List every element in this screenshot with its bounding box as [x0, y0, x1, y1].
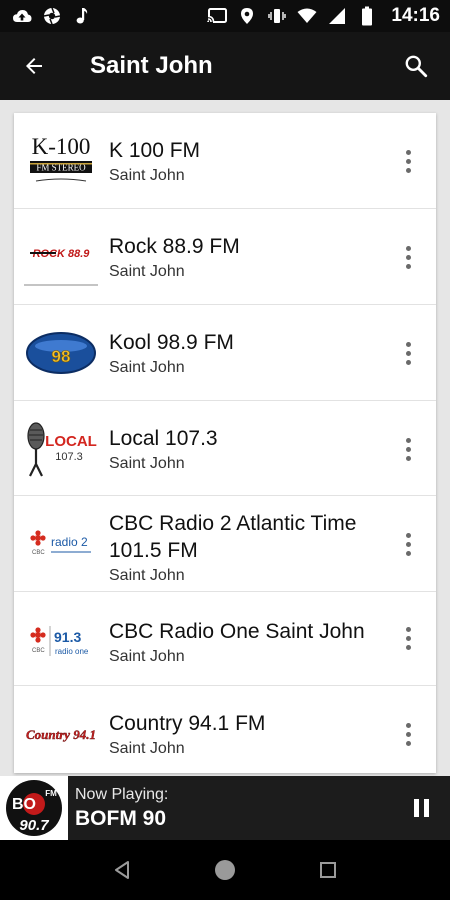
now-playing-label: Now Playing:: [75, 785, 169, 803]
status-right-icons: 14:16: [207, 5, 440, 27]
station-city: Saint John: [109, 263, 185, 280]
station-name: Country 94.1 FM: [109, 712, 266, 735]
station-logo: Country 94.1: [24, 704, 98, 764]
cast-icon: [207, 6, 228, 26]
station-city: Saint John: [109, 359, 185, 376]
np-logo-top: BO: [12, 796, 36, 813]
signal-icon: [327, 6, 347, 26]
recents-square-icon[interactable]: [308, 850, 348, 890]
station-list: K-100 FM STEREO K 100 FM Saint John ROCK…: [14, 113, 436, 773]
logo-sub: radio one: [55, 647, 89, 656]
logo-text: Country 94.1: [26, 727, 96, 742]
station-city: Saint John: [109, 167, 185, 184]
svg-text:CBC: CBC: [32, 648, 45, 654]
np-logo-text: 90.7: [19, 817, 49, 834]
station-logo: LOCAL 107.3: [24, 419, 98, 479]
station-logo: 98: [24, 323, 98, 383]
now-playing-station: BOFM 90: [75, 806, 167, 830]
station-row-rock889[interactable]: ROCK 88.9 Rock 88.9 FM Saint John: [14, 209, 436, 305]
station-name: Kool 98.9 FM: [109, 331, 234, 354]
station-city: Saint John: [109, 567, 185, 584]
station-row-cbc-radio-one[interactable]: CBC 91.3 radio one CBC Radio One Saint J…: [14, 592, 436, 686]
station-city: Saint John: [109, 648, 185, 665]
system-nav-bar: [0, 840, 450, 900]
station-city: Saint John: [109, 455, 185, 472]
station-row-country941[interactable]: Country 94.1 Country 94.1 FM Saint John: [14, 686, 436, 773]
station-name: Rock 88.9 FM: [109, 235, 240, 258]
location-icon: [237, 6, 257, 26]
logo-text: radio 2: [51, 535, 88, 549]
station-name: CBC Radio 2 Atlantic Time 101.5 FM: [109, 512, 357, 562]
status-bar: 14:16: [0, 0, 450, 32]
svg-text:CBC: CBC: [32, 550, 45, 556]
vibrate-icon: [267, 6, 287, 26]
more-options-icon[interactable]: [396, 237, 420, 277]
station-name: K 100 FM: [109, 139, 201, 162]
station-logo: CBC radio 2: [24, 514, 98, 574]
cloud-upload-icon: [12, 6, 32, 26]
status-left-icons: [12, 6, 92, 26]
more-options-icon[interactable]: [396, 714, 420, 754]
more-options-icon[interactable]: [396, 141, 420, 181]
search-button[interactable]: [386, 32, 446, 100]
np-logo-fm: FM: [45, 789, 57, 798]
logo-sub: 107.3: [55, 451, 83, 463]
aperture-icon: [42, 6, 62, 26]
logo-text: 98: [52, 347, 71, 366]
back-button[interactable]: [4, 32, 64, 100]
more-options-icon[interactable]: [396, 618, 420, 658]
station-name: Local 107.3: [109, 427, 218, 450]
status-time: 14:16: [391, 5, 440, 26]
station-row-kool989[interactable]: 98 Kool 98.9 FM Saint John: [14, 305, 436, 401]
back-triangle-icon[interactable]: [102, 850, 142, 890]
station-logo: CBC 91.3 radio one: [24, 612, 98, 672]
battery-icon: [357, 6, 377, 26]
now-playing-bar[interactable]: BO FM 90.7 Now Playing: BOFM 90: [0, 776, 450, 840]
cbc-gem-icon: [30, 627, 46, 643]
station-logo: K-100 FM STEREO: [24, 131, 98, 191]
station-logo: ROCK 88.9: [24, 225, 98, 286]
home-circle-icon[interactable]: [205, 850, 245, 890]
station-row-local1073[interactable]: LOCAL 107.3 Local 107.3 Saint John: [14, 401, 436, 496]
station-row-k100[interactable]: K-100 FM STEREO K 100 FM Saint John: [14, 113, 436, 209]
more-options-icon[interactable]: [396, 429, 420, 469]
search-icon: [405, 55, 428, 78]
page-title: Saint John: [90, 52, 213, 79]
logo-text: LOCAL: [45, 433, 97, 450]
station-name: CBC Radio One Saint John: [109, 620, 365, 643]
wifi-icon: [297, 6, 317, 26]
more-options-icon[interactable]: [396, 333, 420, 373]
more-options-icon[interactable]: [396, 524, 420, 564]
cbc-gem-icon: [30, 530, 46, 546]
pause-icon[interactable]: [396, 776, 446, 840]
app-bar: Saint John: [0, 32, 450, 100]
station-city: Saint John: [109, 740, 185, 757]
logo-text: K-100: [32, 134, 91, 159]
station-row-cbc-radio2[interactable]: CBC radio 2 CBC Radio 2 Atlantic Time 10…: [14, 496, 436, 592]
music-note-icon: [72, 6, 92, 26]
logo-text: 91.3: [54, 629, 81, 645]
now-playing-logo: BO FM 90.7: [0, 776, 68, 840]
arrow-back-icon: [26, 58, 42, 74]
